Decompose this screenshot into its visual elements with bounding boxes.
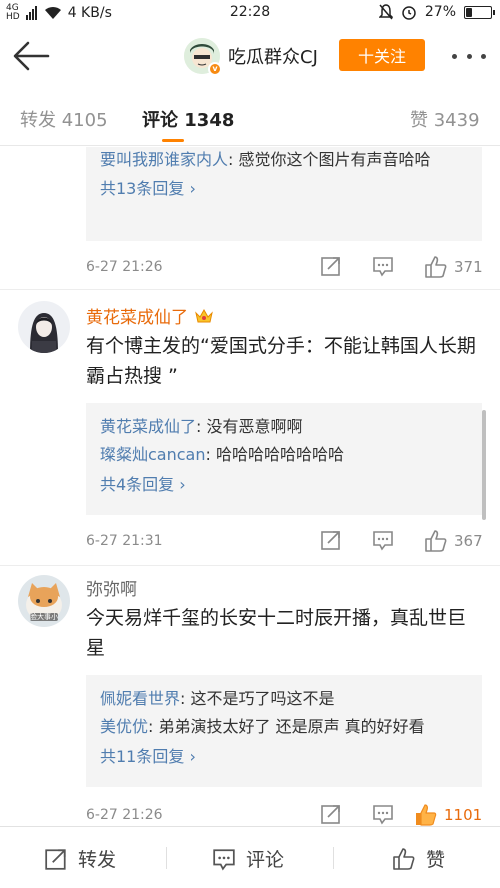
like-post-button[interactable]: 赞 — [392, 845, 445, 872]
nav-username: 吃瓜群众CJ — [228, 47, 318, 68]
reply-text: 哈哈哈哈哈哈哈哈 — [215, 445, 344, 464]
tab-bar: 转发 4105 评论 1348 赞 3439 — [0, 86, 500, 146]
comment-meta: 6-27 21:31 367 — [86, 529, 486, 555]
status-bar: 4G HD 4 KB/s 22:28 27% — [0, 0, 500, 26]
view-replies-link[interactable]: 共4条回复 › — [100, 471, 468, 499]
reply-author[interactable]: 黄花菜成仙了 — [100, 417, 196, 436]
reply-item[interactable]: 璨粲灿cancan: 哈哈哈哈哈哈哈哈 — [100, 441, 468, 469]
tab-comments[interactable]: 评论 1348 — [142, 106, 234, 132]
thumbs-up-icon — [425, 530, 447, 552]
comment-meta: 6-27 21:26 371 — [86, 255, 486, 281]
comment-time: 6-27 21:26 — [86, 807, 163, 823]
clock: 22:28 — [229, 4, 271, 20]
girl-avatar-icon — [18, 301, 70, 353]
verified-badge-icon: v — [208, 62, 222, 76]
battery-icon — [464, 5, 495, 19]
reply-box: 佩妮看世界: 这不是巧了吗这不是 美优优: 弟弟演技太好了 还是原声 真的好好看… — [86, 675, 482, 787]
battery-percent: 27% — [424, 4, 456, 20]
reply-item[interactable]: 黄花菜成仙了: 没有恶意啊啊 — [100, 413, 468, 441]
chevron-right-icon: › — [189, 747, 196, 766]
repost-icon[interactable] — [320, 255, 342, 277]
comment-icon — [213, 848, 235, 870]
follow-button[interactable]: 十关注 — [339, 39, 425, 71]
like-button[interactable]: 367 — [424, 529, 483, 553]
view-replies-link[interactable]: 共11条回复 › — [100, 743, 468, 771]
comment-author[interactable]: 黄花菜成仙了 — [86, 303, 214, 328]
reply-box: 要叫我那谁家内人: 感觉你这个图片有声音哈哈 共13条回复 › — [86, 147, 482, 241]
comment-icon[interactable] — [372, 529, 394, 551]
comment-item: 脸大事小 弥弥啊 今天易烊千玺的长安十二时辰开播，真乱世巨星 佩妮看世界: 这不… — [0, 567, 500, 827]
view-replies-link[interactable]: 共13条回复 › — [100, 175, 468, 203]
reply-author[interactable]: 要叫我那谁家内人 — [100, 150, 228, 169]
avatar-caption: 脸大事小 — [30, 613, 58, 621]
alarm-icon — [402, 6, 416, 20]
avatar[interactable]: 脸大事小 — [18, 575, 70, 627]
mute-bell-icon — [378, 4, 393, 20]
divider — [333, 847, 334, 869]
divider — [166, 847, 167, 869]
tab-likes[interactable]: 赞 3439 — [410, 106, 480, 132]
more-options-button[interactable] — [452, 46, 486, 66]
repost-icon — [45, 848, 66, 870]
reply-author[interactable]: 美优优 — [100, 717, 148, 736]
reply-item[interactable]: 要叫我那谁家内人: 感觉你这个图片有声音哈哈 — [100, 147, 468, 173]
comment-item: 要叫我那谁家内人: 感觉你这个图片有声音哈哈 共13条回复 › 6-27 21:… — [0, 147, 500, 290]
comment-time: 6-27 21:26 — [86, 259, 163, 275]
chevron-right-icon: › — [189, 179, 196, 198]
like-count: 1101 — [444, 806, 483, 824]
avatar[interactable]: v — [184, 38, 222, 76]
comment-item: 黄花菜成仙了 有个博主发的“爱国式分手：不能让韩国人长期霸占热搜 ” 黄花菜成仙… — [0, 291, 500, 566]
comment-button[interactable]: 评论 — [212, 845, 284, 872]
bottom-action-bar: 转发 评论 赞 — [0, 826, 500, 888]
reply-text: 感觉你这个图片有声音哈哈 — [238, 150, 431, 169]
thumbs-up-icon — [393, 847, 415, 870]
repost-icon[interactable] — [320, 529, 342, 551]
reply-item[interactable]: 佩妮看世界: 这不是巧了吗这不是 — [100, 685, 468, 713]
thumbs-up-icon — [425, 256, 447, 278]
reply-author[interactable]: 佩妮看世界 — [100, 689, 180, 708]
reply-box: 黄花菜成仙了: 没有恶意啊啊 璨粲灿cancan: 哈哈哈哈哈哈哈哈 共4条回复… — [86, 403, 482, 515]
repost-button[interactable]: 转发 — [44, 845, 116, 872]
comment-text: 有个博主发的“爱国式分手：不能让韩国人长期霸占热搜 ” — [86, 335, 476, 387]
back-button[interactable] — [10, 36, 54, 76]
comment-icon[interactable] — [372, 803, 394, 825]
reply-text: 这不是巧了吗这不是 — [190, 689, 335, 708]
repost-icon[interactable] — [320, 803, 342, 825]
tab-reposts[interactable]: 转发 4105 — [20, 106, 108, 132]
back-arrow-icon — [13, 41, 50, 71]
like-count: 367 — [454, 532, 483, 550]
scrollbar[interactable] — [482, 410, 486, 520]
more-dot-icon — [481, 53, 486, 59]
comment-time: 6-27 21:31 — [86, 533, 163, 549]
active-tab-indicator — [162, 139, 184, 142]
reply-text: 弟弟演技太好了 还是原声 真的好好看 — [158, 717, 425, 736]
comment-author[interactable]: 弥弥啊 — [86, 575, 137, 600]
reply-item[interactable]: 美优优: 弟弟演技太好了 还是原声 真的好好看 — [100, 713, 468, 741]
thumbs-up-liked-icon — [416, 804, 437, 826]
like-button[interactable]: 1101 — [414, 803, 482, 827]
reply-author[interactable]: 璨粲灿cancan — [100, 445, 206, 464]
profile-header[interactable]: v 吃瓜群众CJ — [184, 38, 318, 76]
more-dot-icon — [452, 53, 457, 59]
comment-text: 今天易烊千玺的长安十二时辰开播，真乱世巨星 — [86, 607, 467, 659]
more-dot-icon — [466, 53, 472, 59]
avatar[interactable] — [18, 301, 70, 353]
crown-badge-icon — [195, 308, 213, 322]
like-button[interactable]: 371 — [424, 255, 483, 279]
comment-icon[interactable] — [372, 255, 394, 277]
like-count: 371 — [454, 258, 483, 276]
chevron-right-icon: › — [179, 475, 186, 494]
nav-bar: v 吃瓜群众CJ 十关注 — [0, 26, 500, 86]
reply-text: 没有恶意啊啊 — [206, 417, 303, 436]
